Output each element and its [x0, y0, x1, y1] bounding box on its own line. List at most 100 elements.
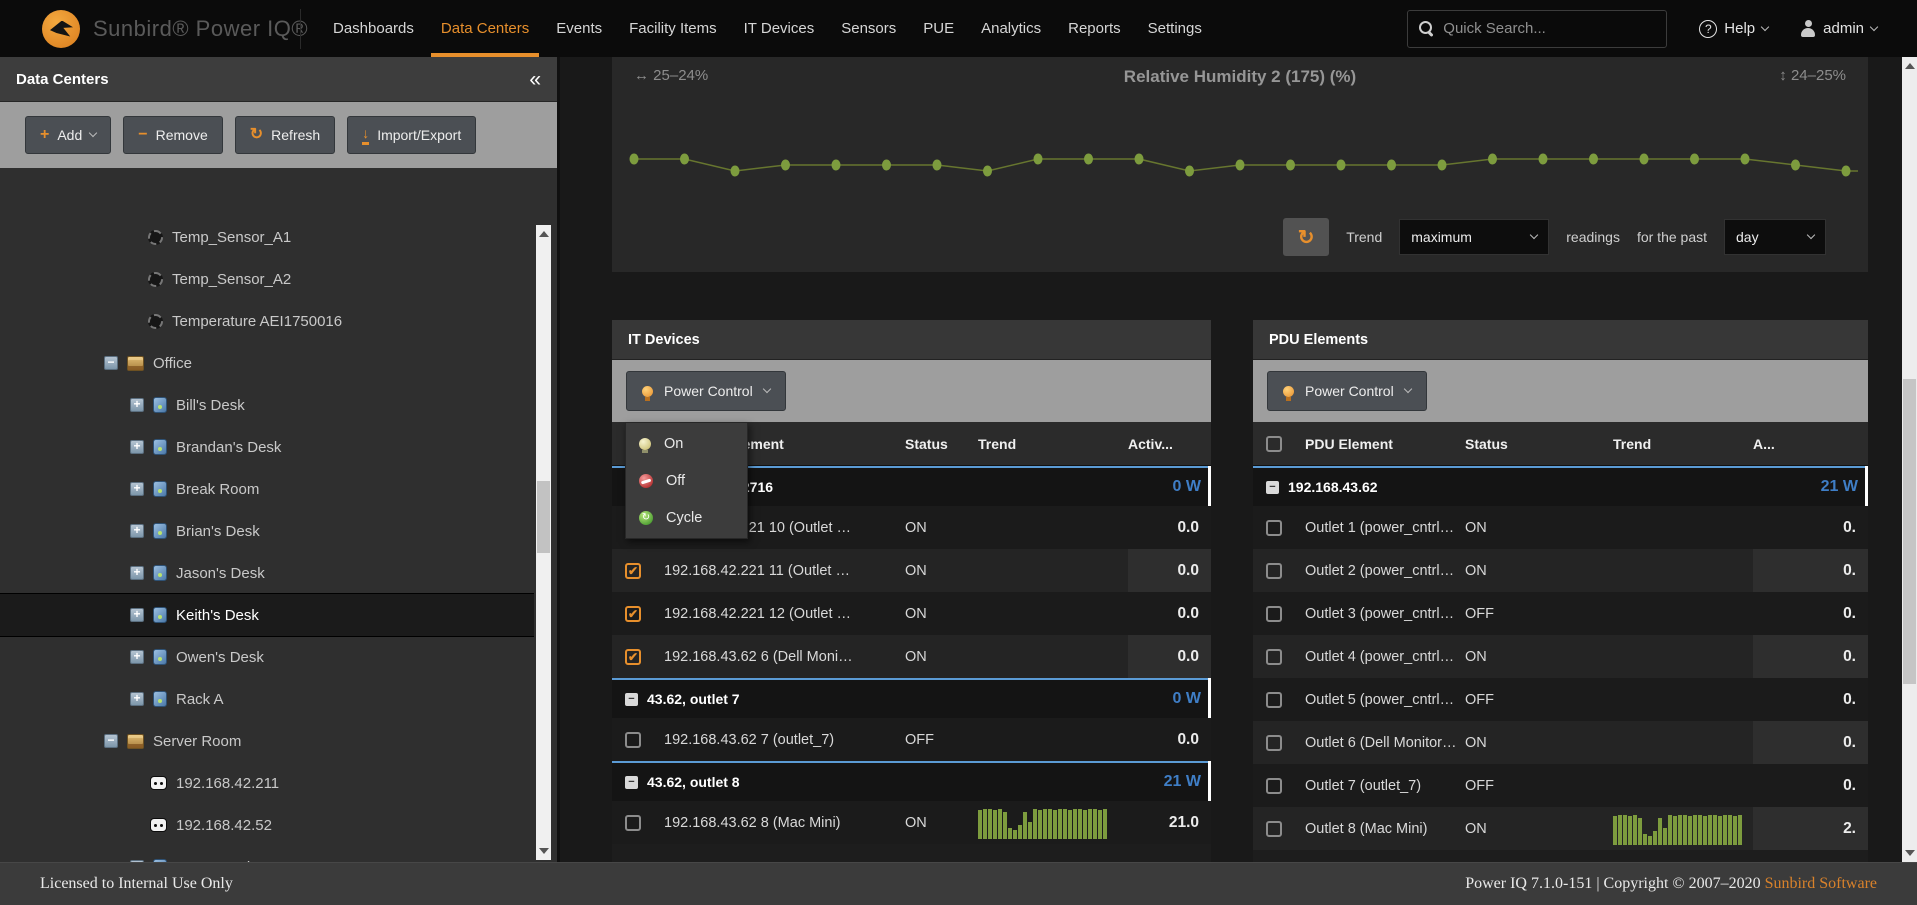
remove-button[interactable]: −Remove	[123, 116, 222, 154]
nav-divider	[300, 9, 301, 49]
scroll-up-icon[interactable]	[539, 231, 549, 237]
expand-plus-icon[interactable]: +	[130, 440, 144, 454]
search-input[interactable]	[1443, 20, 1648, 37]
tree-item-bill-s-desk[interactable]: +Bill's Desk	[0, 384, 534, 426]
table-row[interactable]: 192.168.43.62 8 (Mac Mini)ON21.0	[612, 801, 1211, 844]
refresh-button[interactable]: ↻Refresh	[235, 116, 335, 154]
add-button[interactable]: +Add	[25, 116, 111, 154]
scroll-down-icon[interactable]	[539, 848, 549, 854]
row-checkbox[interactable]: ✔	[625, 563, 641, 579]
table-row[interactable]: ✔192.168.43.62 6 (Dell Moni…ON0.0	[612, 635, 1211, 678]
group-row-43-62-outlet-8[interactable]: −43.62, outlet 821 W	[612, 761, 1211, 801]
tree-item-office[interactable]: −Office	[0, 342, 534, 384]
table-row[interactable]: Outlet 8 (Mac Mini)ON2.	[1253, 807, 1868, 850]
table-row[interactable]: Outlet 7 (outlet_7)OFF0.	[1253, 764, 1868, 807]
refresh-chart-button[interactable]: ↻	[1283, 218, 1329, 256]
sensor-icon	[148, 272, 163, 287]
expand-plus-icon[interactable]: +	[130, 482, 144, 496]
table-row[interactable]: Outlet 2 (power_cntrl…ON0.	[1253, 549, 1868, 592]
row-checkbox[interactable]	[1266, 606, 1282, 622]
nav-item-pue[interactable]: PUE	[923, 0, 954, 57]
tree-item-temp-sensor-a2[interactable]: Temp_Sensor_A2	[0, 258, 534, 300]
row-checkbox[interactable]: ✔	[625, 606, 641, 622]
page-scrollbar[interactable]	[1902, 57, 1917, 862]
power-control-button[interactable]: Power Control	[1267, 371, 1427, 411]
collapse-minus-icon[interactable]: −	[104, 356, 118, 370]
power-menu-item-cycle[interactable]: ↻Cycle	[626, 499, 747, 536]
tree-item-rack-a[interactable]: +Rack A	[0, 678, 534, 720]
tree-item-192-168-42-52[interactable]: 192.168.42.52	[0, 804, 534, 846]
collapse-group-icon[interactable]: −	[625, 776, 638, 789]
tree-item-temperature-aei1750016[interactable]: Temperature AEI1750016	[0, 300, 534, 342]
row-checkbox[interactable]	[1266, 821, 1282, 837]
power-menu-item-off[interactable]: Off	[626, 462, 747, 499]
sidebar-scrollbar[interactable]	[536, 225, 551, 860]
collapse-group-icon[interactable]: −	[625, 693, 638, 706]
table-row[interactable]: Outlet 6 (Dell Monitor…ON0.	[1253, 721, 1868, 764]
row-checkbox[interactable]	[1266, 563, 1282, 579]
tree-item-demo-rack[interactable]: −Demo Rack	[0, 846, 534, 862]
table-row[interactable]: ✔192.168.42.221 12 (Outlet …ON0.0	[612, 592, 1211, 635]
table-row[interactable]: ✔192.168.42.221 11 (Outlet …ON0.0	[612, 549, 1211, 592]
row-checkbox[interactable]	[1266, 735, 1282, 751]
nav-item-settings[interactable]: Settings	[1148, 0, 1202, 57]
tree-item-brandan-s-desk[interactable]: +Brandan's Desk	[0, 426, 534, 468]
group-row-43-62-outlet-7[interactable]: −43.62, outlet 70 W	[612, 678, 1211, 718]
group-row-192-168-43-62[interactable]: −192.168.43.6221 W	[1253, 466, 1868, 506]
scroll-up-icon[interactable]	[1905, 63, 1915, 69]
nav-item-facility-items[interactable]: Facility Items	[629, 0, 717, 57]
collapse-sidebar-icon[interactable]: «	[529, 69, 541, 90]
nav-item-events[interactable]: Events	[556, 0, 602, 57]
collapse-minus-icon[interactable]: −	[104, 734, 118, 748]
tree-item-brian-s-desk[interactable]: +Brian's Desk	[0, 510, 534, 552]
brand-logo[interactable]: Sunbird® Power IQ®	[0, 10, 300, 48]
nav-item-data-centers[interactable]: Data Centers	[441, 0, 529, 57]
period-select[interactable]: day	[1724, 219, 1826, 255]
table-row[interactable]: Outlet 5 (power_cntrl…OFF0.	[1253, 678, 1868, 721]
expand-plus-icon[interactable]: +	[130, 398, 144, 412]
table-row[interactable]: Outlet 1 (power_cntrl…ON0.	[1253, 506, 1868, 549]
nav-item-dashboards[interactable]: Dashboards	[333, 0, 414, 57]
nav-item-reports[interactable]: Reports	[1068, 0, 1121, 57]
row-checkbox[interactable]	[1266, 520, 1282, 536]
row-checkbox[interactable]	[625, 732, 641, 748]
scroll-down-icon[interactable]	[1905, 850, 1915, 856]
collapse-group-icon[interactable]: −	[1266, 481, 1279, 494]
tree-item-192-168-42-211[interactable]: 192.168.42.211	[0, 762, 534, 804]
power-menu-item-on[interactable]: On	[626, 425, 747, 462]
nav-item-it-devices[interactable]: IT Devices	[744, 0, 815, 57]
quick-search-box[interactable]	[1407, 10, 1667, 48]
table-row[interactable]: 192.168.43.62 7 (outlet_7)OFF0.0	[612, 718, 1211, 761]
row-checkbox[interactable]	[1266, 778, 1282, 794]
row-checkbox[interactable]	[1266, 649, 1282, 665]
expand-plus-icon[interactable]: +	[130, 650, 144, 664]
tree-item-label: 192.168.42.52	[176, 817, 272, 834]
aggregation-select[interactable]: maximum	[1399, 219, 1549, 255]
tree-item-keith-s-desk[interactable]: +Keith's Desk	[0, 594, 534, 636]
scrollbar-thumb[interactable]	[1903, 379, 1916, 684]
power-control-button[interactable]: Power Control	[626, 371, 786, 411]
expand-plus-icon[interactable]: +	[130, 692, 144, 706]
select-all-checkbox[interactable]	[1266, 436, 1282, 452]
tree-item-temp-sensor-a1[interactable]: Temp_Sensor_A1	[0, 225, 534, 258]
table-row[interactable]: Outlet 4 (power_cntrl…ON0.	[1253, 635, 1868, 678]
status-value: ON	[1465, 563, 1613, 579]
sunbird-software-link[interactable]: Sunbird Software	[1765, 875, 1877, 892]
row-checkbox[interactable]	[625, 815, 641, 831]
expand-plus-icon[interactable]: +	[130, 566, 144, 580]
row-checkbox[interactable]	[1266, 692, 1282, 708]
row-checkbox[interactable]: ✔	[625, 649, 641, 665]
expand-plus-icon[interactable]: +	[130, 524, 144, 538]
tree-item-server-room[interactable]: −Server Room	[0, 720, 534, 762]
expand-plus-icon[interactable]: +	[130, 608, 144, 622]
tree-item-owen-s-desk[interactable]: +Owen's Desk	[0, 636, 534, 678]
tree-item-jason-s-desk[interactable]: +Jason's Desk	[0, 552, 534, 594]
help-menu[interactable]: ? Help	[1699, 20, 1768, 38]
scrollbar-thumb[interactable]	[537, 481, 550, 553]
table-row[interactable]: Outlet 3 (power_cntrl…OFF0.	[1253, 592, 1868, 635]
nav-item-analytics[interactable]: Analytics	[981, 0, 1041, 57]
tree-item-break-room[interactable]: +Break Room	[0, 468, 534, 510]
import-export-button[interactable]: ↓Import/Export	[347, 116, 476, 154]
user-menu[interactable]: admin	[1800, 20, 1877, 37]
nav-item-sensors[interactable]: Sensors	[841, 0, 896, 57]
